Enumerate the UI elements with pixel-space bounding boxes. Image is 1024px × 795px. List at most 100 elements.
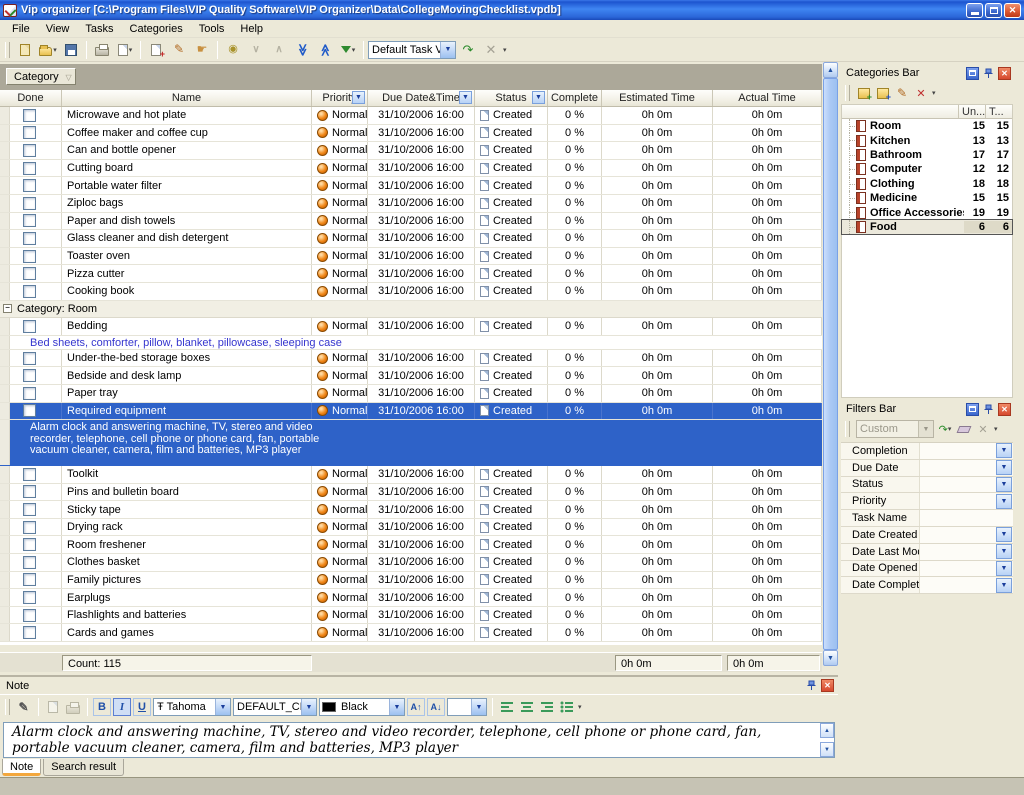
task-checkbox[interactable] [23,387,36,400]
underline-button[interactable]: U [133,698,151,716]
print-button[interactable] [91,40,113,60]
expand-all-button[interactable]: ≪ [291,40,313,60]
font-dropdown-button[interactable]: ▼ [215,699,230,715]
edit-task-button[interactable]: ✎ [168,40,190,60]
delete-filter-button[interactable]: ✕ [975,422,991,437]
filters-restore-button[interactable] [966,403,979,416]
open-dropdown-icon[interactable]: ▾ [53,46,57,54]
filter-value-field[interactable] [919,493,996,509]
print-preview-button[interactable]: ▾ [114,40,136,60]
category-row[interactable]: Food66 [842,220,1012,234]
menu-item-tools[interactable]: Tools [191,22,233,36]
task-checkbox[interactable] [23,232,36,245]
task-checkbox[interactable] [23,485,36,498]
task-checkbox[interactable] [23,468,36,481]
menu-item-view[interactable]: View [38,22,78,36]
column-header-due[interactable]: Due Date&Time▼ [368,90,475,106]
task-row[interactable]: Clothes basketNormal31/10/2006 16:00Crea… [0,554,822,572]
align-right-button[interactable] [538,698,556,716]
filter-dropdown-button[interactable]: ▼ [996,460,1012,475]
group-by-category-chip[interactable]: Category ▽ [6,68,76,85]
categories-overflow-icon[interactable]: ▾ [932,89,936,97]
clear-filter-button[interactable] [956,422,972,437]
column-header-complete[interactable]: Complete [548,90,602,106]
filter-value-field[interactable] [919,443,996,459]
task-row[interactable]: Coffee maker and coffee cupNormal31/10/2… [0,125,822,143]
task-row[interactable]: Glass cleaner and dish detergentNormal31… [0,230,822,248]
bullet-list-button[interactable] [558,698,576,716]
task-checkbox[interactable] [23,573,36,586]
filter-dropdown-button[interactable]: ▼ [996,477,1012,492]
delete-view-button[interactable]: ✕ [480,40,502,60]
restore-button[interactable] [985,3,1002,18]
total-column-header[interactable]: T... [985,105,1012,118]
filters-overflow-icon[interactable]: ▾ [994,425,998,433]
task-row[interactable]: Paper and dish towelsNormal31/10/2006 16… [0,213,822,231]
task-row[interactable]: Cards and gamesNormal31/10/2006 16:00Cre… [0,624,822,642]
task-checkbox[interactable] [23,126,36,139]
menu-item-file[interactable]: File [4,22,38,36]
save-filter-button[interactable]: ↷▾ [937,422,953,437]
task-row[interactable]: Flashlights and batteriesNormal31/10/200… [0,607,822,625]
task-checkbox[interactable] [23,503,36,516]
status-filter-button[interactable]: ▼ [532,91,545,104]
tab-note[interactable]: Note [2,759,41,776]
new-file-button[interactable] [14,40,36,60]
filter-value-field[interactable] [919,460,996,476]
filter-value-field[interactable] [919,544,996,560]
task-row[interactable]: Toaster ovenNormal31/10/2006 16:00Create… [0,248,822,266]
task-checkbox[interactable] [23,369,36,382]
scroll-up-button[interactable]: ▲ [823,62,838,78]
filter-dropdown-button[interactable]: ▼ [996,544,1012,559]
task-checkbox[interactable] [23,609,36,622]
categories-close-button[interactable]: ✕ [998,67,1011,80]
menu-item-tasks[interactable]: Tasks [77,22,121,36]
task-row[interactable]: BeddingNormal31/10/2006 16:00Created0 %0… [0,318,822,336]
category-row[interactable]: Kitchen1313 [842,133,1012,147]
new-category-button[interactable]: + [856,86,872,101]
filter-dropdown-button[interactable]: ▼ [996,527,1012,542]
task-checkbox[interactable] [23,626,36,639]
task-checkbox[interactable] [23,352,36,365]
category-row[interactable]: Medicine1515 [842,191,1012,205]
task-checkbox[interactable] [23,285,36,298]
categories-toolbar-gripper[interactable] [845,85,850,101]
note-toolbar-gripper[interactable] [5,699,10,715]
assign-task-button[interactable]: ☛ [191,40,213,60]
filters-close-button[interactable]: ✕ [998,403,1011,416]
color-combobox[interactable]: Black ▼ [319,698,405,716]
categories-restore-button[interactable] [966,67,979,80]
scroll-down-button[interactable]: ▼ [823,650,838,666]
grid-vertical-scrollbar[interactable]: ▲ ▼ [823,62,838,666]
task-view-combobox[interactable]: Default Task V ▼ [368,41,456,59]
task-row[interactable]: Drying rackNormal31/10/2006 16:00Created… [0,519,822,537]
note-text[interactable]: Alarm clock and answering machine, TV, s… [4,723,834,756]
minimize-button[interactable] [966,3,983,18]
task-row[interactable]: Sticky tapeNormal31/10/2006 16:00Created… [0,501,822,519]
categories-pin-icon[interactable] [982,67,995,80]
task-row[interactable]: Room freshenerNormal31/10/2006 16:00Crea… [0,536,822,554]
group-header-row[interactable]: −Category: Room [0,301,822,319]
color-dropdown-button[interactable]: ▼ [389,699,404,715]
charset-combobox[interactable]: DEFAULT_CHAR ▼ [233,698,317,716]
open-file-button[interactable]: ▾ [37,40,59,60]
task-row[interactable]: Paper trayNormal31/10/2006 16:00Created0… [0,385,822,403]
save-button[interactable] [60,40,82,60]
column-header-name[interactable]: Name [62,90,312,106]
increase-font-button[interactable]: A↑ [407,698,425,716]
note-scroll-up-button[interactable]: ▲ [820,723,834,738]
apply-view-button[interactable]: ↷ [457,40,479,60]
close-button[interactable]: ✕ [1004,3,1021,18]
bold-button[interactable]: B [93,698,111,716]
task-checkbox[interactable] [23,320,36,333]
task-checkbox[interactable] [23,591,36,604]
task-checkbox[interactable] [23,144,36,157]
align-left-button[interactable] [498,698,516,716]
filter-dropdown-button[interactable]: ▼ [996,561,1012,576]
filter-dropdown-button[interactable]: ▼ [996,494,1012,509]
filter-value-field[interactable] [919,561,996,577]
task-checkbox[interactable] [23,197,36,210]
filters-pin-icon[interactable] [982,403,995,416]
collapse-icon[interactable]: − [3,304,12,313]
font-combobox[interactable]: Ŧ Tahoma ▼ [153,698,231,716]
